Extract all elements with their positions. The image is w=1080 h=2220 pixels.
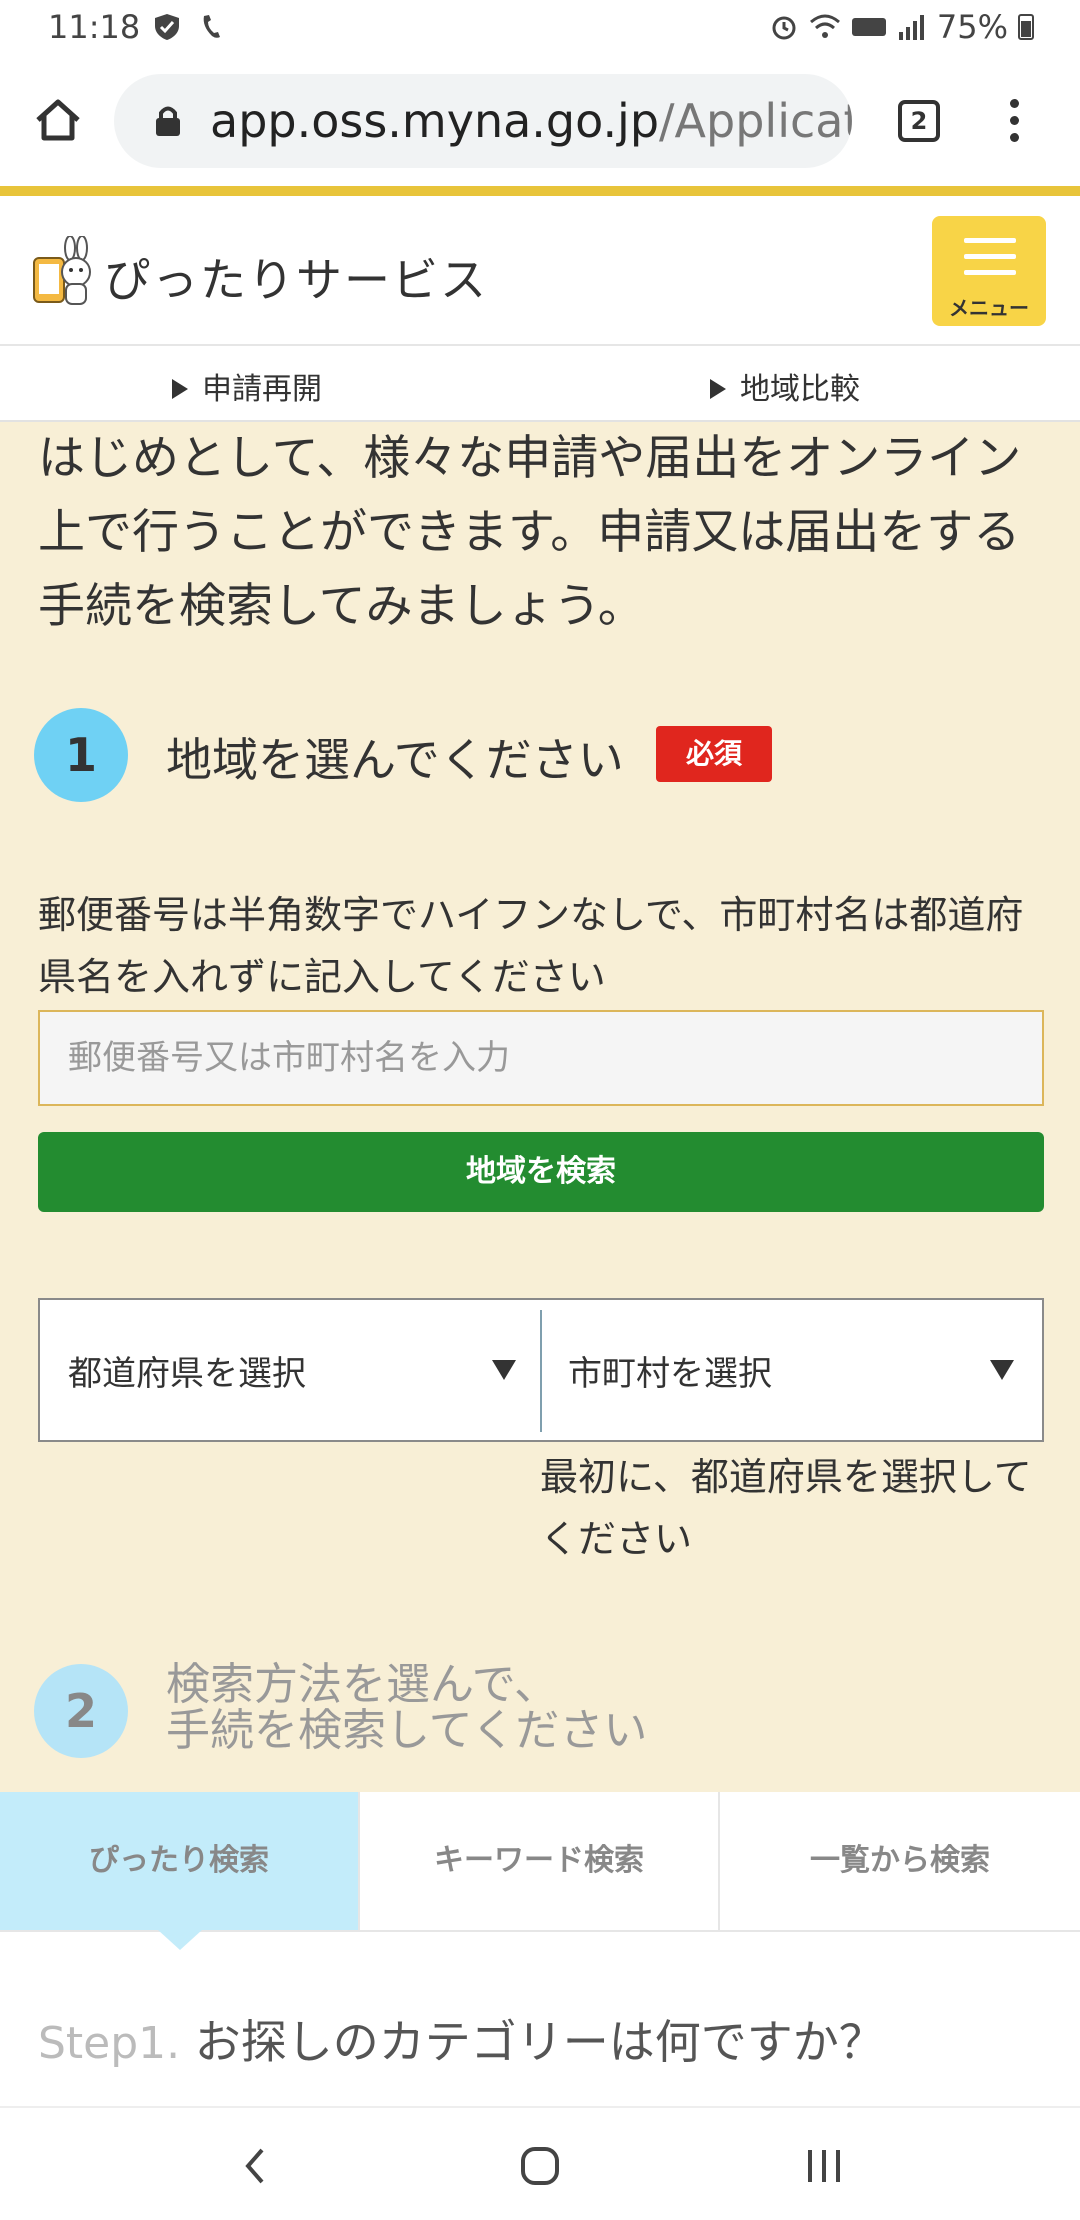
region-compare-link[interactable]: 地域比較	[710, 364, 860, 408]
url-host: app.oss.myna.go.jp	[210, 94, 660, 148]
play-arrow-icon	[172, 379, 188, 399]
step2-number-badge: 2	[34, 1664, 128, 1758]
step1-title: 地域を選んでください	[166, 733, 624, 787]
volte-icon	[851, 18, 886, 36]
required-badge: 必須	[656, 726, 772, 782]
postal-code-hint: 郵便番号は半角数字でハイフンなしで、市町村名は都道府県名を入れずに記入してくださ…	[38, 893, 1024, 999]
tab-list-search[interactable]: 一覧から検索	[720, 1792, 1080, 1930]
region-select-group: 都道府県を選択 市町村を選択	[38, 1298, 1044, 1442]
step2-title: 検索方法を選んで、 手続を検索してください	[166, 1662, 647, 1754]
menu-button[interactable]: メニュー	[932, 216, 1046, 326]
tab-keyword-search[interactable]: キーワード検索	[360, 1792, 720, 1930]
prefecture-select-label: 都道府県を選択	[68, 1354, 306, 1394]
url-path: /Applicat	[659, 94, 852, 148]
rabbit-logo-icon[interactable]	[30, 236, 94, 308]
select-prefecture-note: 最初に、都道府県を選択してください	[540, 1455, 1032, 1561]
dropdown-arrow-icon	[990, 1360, 1014, 1380]
wifi-icon	[809, 14, 840, 38]
intro-text: はじめとして、様々な申請や届出をオンライン上で行うことができます。申請又は届出を…	[38, 431, 1022, 634]
search-method-tabs: ぴったり検索 キーワード検索 一覧から検索	[0, 1792, 1080, 1932]
header-accent-line	[0, 186, 1080, 196]
status-time: 11:18	[48, 8, 141, 46]
category-question: Step1. お探しのカテゴリーは何ですか？	[38, 2006, 885, 2072]
step2-title-line2: 手続を検索してください	[166, 1705, 648, 1756]
step-label: Step1.	[38, 2018, 181, 2069]
alarm-icon	[772, 16, 796, 40]
play-arrow-icon	[710, 379, 726, 399]
battery-percent: 75%	[936, 8, 1008, 46]
region-compare-label: 地域比較	[740, 372, 860, 407]
shield-icon	[155, 14, 179, 40]
browser-toolbar: app.oss.myna.go.jp/Applicat 2	[0, 56, 1080, 186]
signal-icon	[898, 15, 924, 40]
tab-switcher-button[interactable]: 2	[898, 100, 940, 142]
step2-title-line1: 検索方法を選んで、	[166, 1659, 559, 1710]
active-tab-pointer	[158, 1930, 202, 1950]
resume-application-label: 申請再開	[202, 372, 322, 407]
dropdown-arrow-icon	[492, 1360, 516, 1380]
back-icon[interactable]	[226, 2136, 286, 2196]
menu-label: メニュー	[949, 296, 1029, 320]
battery-icon	[1018, 14, 1034, 40]
sub-navigation: 申請再開 地域比較	[0, 346, 1080, 422]
search-region-button[interactable]: 地域を検索	[38, 1132, 1044, 1212]
hamburger-icon	[964, 238, 1016, 243]
more-options-icon[interactable]	[996, 96, 1032, 146]
main-content: はじめとして、様々な申請や届出をオンライン上で行うことができます。申請又は届出を…	[0, 422, 1080, 1792]
category-question-text: お探しのカテゴリーは何ですか？	[194, 2015, 885, 2069]
home-icon[interactable]	[30, 92, 86, 148]
lock-icon	[156, 106, 180, 136]
address-bar[interactable]: app.oss.myna.go.jp/Applicat	[114, 74, 852, 168]
home-nav-icon[interactable]	[510, 2136, 570, 2196]
step1-number-badge: 1	[34, 708, 128, 802]
url-text[interactable]: app.oss.myna.go.jp/Applicat	[210, 94, 852, 148]
resume-application-link[interactable]: 申請再開	[172, 364, 322, 408]
prefecture-select[interactable]: 都道府県を選択	[40, 1300, 540, 1440]
system-navigation-bar	[0, 2106, 1080, 2220]
city-select-label: 市町村を選択	[568, 1354, 772, 1394]
site-title[interactable]: ぴったりサービス	[104, 244, 488, 310]
recent-apps-icon[interactable]	[794, 2136, 854, 2196]
call-forward-icon	[203, 15, 220, 38]
status-bar: 11:18 75%	[0, 0, 1080, 56]
city-select[interactable]: 市町村を選択	[542, 1300, 1042, 1440]
tab-pittari-search[interactable]: ぴったり検索	[0, 1792, 360, 1930]
site-header: ぴったりサービス メニュー	[0, 196, 1080, 346]
postal-code-or-city-input[interactable]	[38, 1010, 1044, 1106]
status-right: 75%	[769, 8, 1034, 46]
